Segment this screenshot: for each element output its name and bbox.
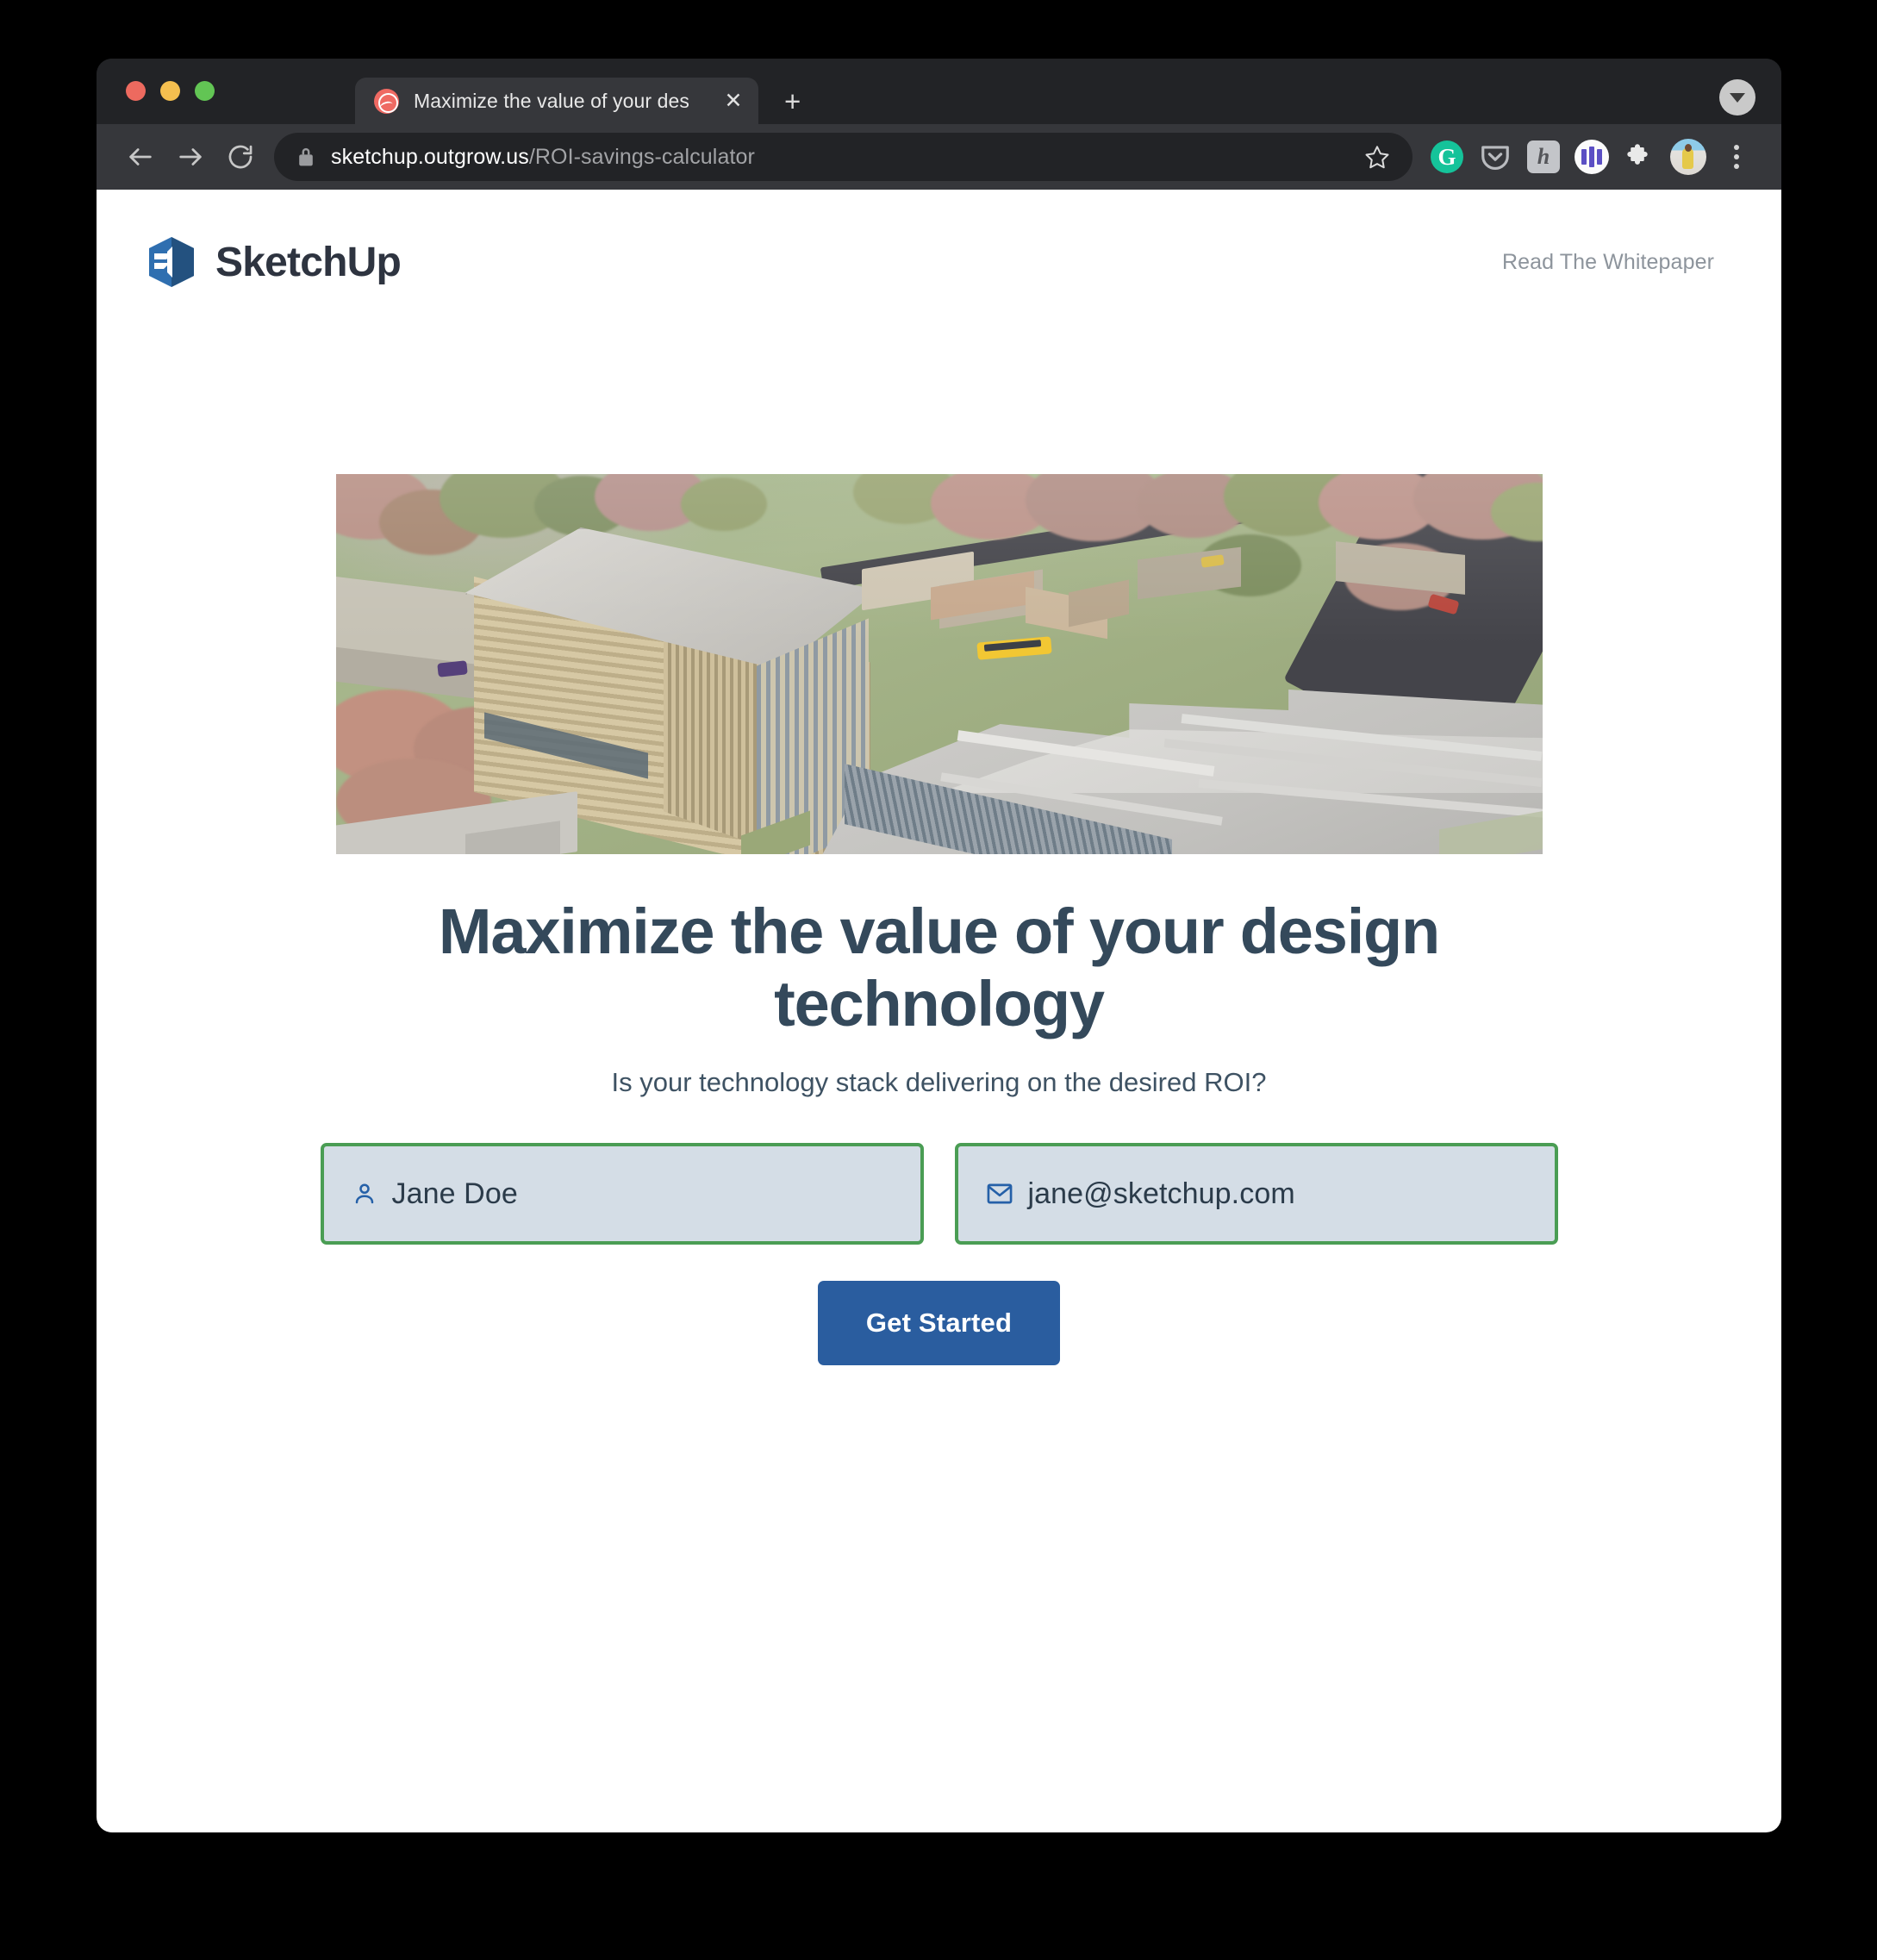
close-window-button[interactable] [126,81,146,101]
kebab-menu-icon[interactable] [1712,133,1761,181]
honey-extension-icon[interactable]: h [1519,133,1568,181]
forward-arrow-icon[interactable] [165,132,215,182]
page-subtitle: Is your technology stack delivering on t… [611,1067,1267,1098]
get-started-button[interactable]: Get Started [817,1281,1061,1366]
person-icon [352,1181,377,1207]
page-content: SketchUp Read The Whitepaper Maximize th… [97,190,1781,1832]
pocket-extension-icon[interactable] [1471,133,1519,181]
site-header: SketchUp Read The Whitepaper [97,190,1781,334]
page-title: Maximize the value of your design techno… [438,896,1440,1039]
browser-window: Maximize the value of your des ✕ + sketc… [97,59,1781,1832]
hero-section: Maximize the value of your design techno… [97,474,1781,1366]
hero-image [335,474,1543,854]
lock-icon [296,146,315,168]
maximize-window-button[interactable] [195,81,215,101]
url-domain: sketchup.outgrow.us [331,144,529,169]
name-input-value: Jane Doe [391,1177,518,1210]
read-whitepaper-link[interactable]: Read The Whitepaper [1502,250,1714,275]
grammarly-extension-icon[interactable]: G [1423,133,1471,181]
lead-capture-form: Jane Doe jane@sketchup.com [320,1143,1558,1245]
browser-tab[interactable]: Maximize the value of your des ✕ [355,78,758,124]
address-bar[interactable]: sketchup.outgrow.us/ROI-savings-calculat… [274,133,1412,181]
new-tab-button[interactable]: + [784,87,801,115]
envelope-icon [986,1181,1013,1207]
extension-icons: G h [1423,133,1761,181]
sketchup-logo-mark [147,236,196,288]
back-arrow-icon[interactable] [115,132,165,182]
reload-icon[interactable] [215,132,265,182]
profile-avatar[interactable] [1664,133,1712,181]
email-input-value: jane@sketchup.com [1027,1177,1295,1210]
chevron-down-icon[interactable] [1719,79,1755,115]
instapaper-extension-icon[interactable] [1568,133,1616,181]
star-icon[interactable] [1347,144,1390,170]
sketchup-logo[interactable]: SketchUp [147,236,402,288]
url-path: /ROI-savings-calculator [528,144,755,169]
browser-toolbar: sketchup.outgrow.us/ROI-savings-calculat… [97,124,1781,190]
sketchup-wordmark: SketchUp [215,239,402,285]
tab-title: Maximize the value of your des [414,89,690,112]
window-traffic-lights [126,81,215,101]
cta-container: Get Started [817,1281,1061,1366]
tab-strip: Maximize the value of your des ✕ + [97,59,1781,124]
url-text: sketchup.outgrow.us/ROI-savings-calculat… [331,145,755,170]
close-tab-icon[interactable]: ✕ [720,90,746,112]
extensions-puzzle-icon[interactable] [1616,133,1664,181]
minimize-window-button[interactable] [160,81,180,101]
email-input[interactable]: jane@sketchup.com [954,1143,1558,1245]
outgrow-favicon [374,88,399,114]
name-input[interactable]: Jane Doe [320,1143,924,1245]
